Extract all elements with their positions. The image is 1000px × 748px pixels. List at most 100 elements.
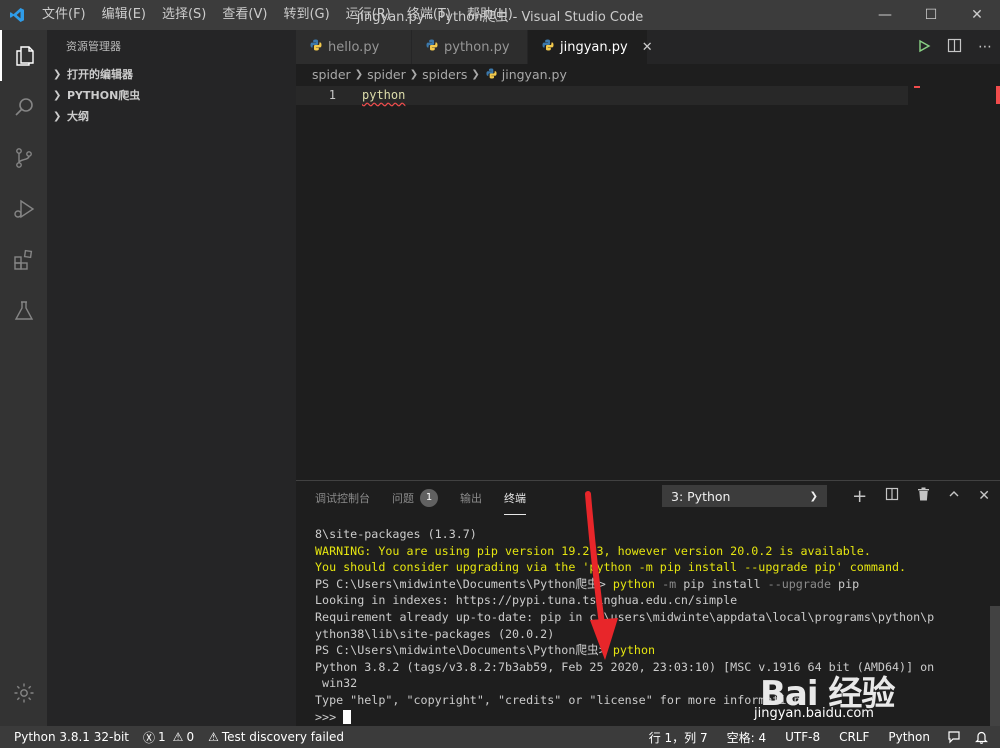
terminal-text: python bbox=[612, 576, 656, 591]
terminal-text: PS C:\Users\midwinte\Documents\Python爬虫> bbox=[315, 643, 613, 658]
status-bar: Python 3.8.1 32-bit Ⓧ 1 ⚠ 0 ⚠ Test discover… bbox=[0, 726, 1000, 748]
gear-icon[interactable] bbox=[0, 667, 47, 718]
extensions-icon[interactable] bbox=[0, 234, 47, 285]
menu-item[interactable]: 帮助(H) bbox=[459, 0, 521, 30]
test-status-label: Test discovery failed bbox=[221, 730, 345, 744]
warning-icon: ⚠ bbox=[208, 730, 219, 744]
eol-label: CRLF bbox=[839, 730, 870, 744]
tab-problems[interactable]: 问题 1 bbox=[392, 481, 438, 515]
python-interpreter[interactable]: Python 3.8.1 32-bit bbox=[0, 726, 136, 748]
terminal-select-value: 3: Python bbox=[671, 489, 731, 504]
tab-close-icon[interactable]: ✕ bbox=[642, 40, 653, 55]
python-file-icon bbox=[542, 39, 554, 55]
sidebar-section-open-editors[interactable]: ❯ 打开的编辑器 bbox=[47, 64, 296, 85]
code-text[interactable]: python bbox=[362, 86, 405, 105]
chevron-right-icon: ❯ bbox=[354, 69, 364, 80]
minimize-icon[interactable]: — bbox=[862, 0, 908, 30]
menu-item[interactable]: 选择(S) bbox=[154, 0, 214, 30]
line-ending[interactable]: CRLF bbox=[832, 726, 881, 748]
menu-item[interactable]: 文件(F) bbox=[34, 0, 94, 30]
sidebar-section-outline[interactable]: ❯ 大纲 bbox=[47, 106, 296, 127]
terminal-line: WARNING: You are using pip version 19.2.… bbox=[315, 543, 915, 560]
terminal-line: 8\site-packages (1.3.7) bbox=[315, 526, 915, 543]
terminal-text: Type "help", "copyright", "credits" or "… bbox=[315, 692, 808, 707]
terminal-line: ython38\lib\site-packages (20.0.2) bbox=[315, 626, 915, 643]
sidebar-section-label: 打开的编辑器 bbox=[67, 68, 133, 81]
tab-label: 问题 bbox=[392, 492, 414, 505]
explorer-sidebar: 资源管理器 ❯ 打开的编辑器 ❯ PYTHON爬虫 ❯ 大纲 bbox=[47, 30, 296, 726]
tab-label: 输出 bbox=[460, 492, 482, 505]
activity-bar bbox=[0, 30, 47, 726]
bottom-panel: 调试控制台 问题 1 输出 终端 3: Python ❯ + ✕ 8\site-pa… bbox=[296, 480, 1000, 726]
terminal-text: win32 bbox=[315, 676, 358, 691]
tab-hello-py[interactable]: hello.py bbox=[296, 30, 412, 64]
tab-terminal[interactable]: 终端 bbox=[504, 481, 526, 515]
tab-label: 调试控制台 bbox=[315, 492, 370, 505]
terminal-select[interactable]: 3: Python ❯ bbox=[662, 485, 827, 507]
indentation[interactable]: 空格: 4 bbox=[720, 726, 779, 748]
terminal-line: PS C:\Users\midwinte\Documents\Python爬虫>… bbox=[315, 576, 915, 593]
breadcrumb-item[interactable]: spider bbox=[367, 64, 406, 86]
breadcrumb-item[interactable]: jingyan.py bbox=[502, 64, 567, 86]
python-file-icon bbox=[486, 64, 497, 86]
breadcrumb-item[interactable]: spider bbox=[312, 64, 351, 86]
tab-label: python.py bbox=[444, 39, 510, 55]
search-icon[interactable] bbox=[0, 81, 47, 132]
menu-item[interactable]: 运行(R) bbox=[338, 0, 399, 30]
chevron-right-icon: ❯ bbox=[53, 69, 62, 80]
terminal-cursor bbox=[343, 710, 352, 725]
encoding-label: UTF-8 bbox=[785, 730, 821, 744]
run-debug-icon[interactable] bbox=[0, 183, 47, 234]
terminal-line: Looking in indexes: https://pypi.tuna.ts… bbox=[315, 592, 915, 609]
menu-item[interactable]: 查看(V) bbox=[214, 0, 275, 30]
menu-item[interactable]: 终端(T) bbox=[399, 0, 459, 30]
close-panel-icon[interactable]: ✕ bbox=[978, 488, 990, 504]
tab-jingyan-py[interactable]: jingyan.py ✕ bbox=[528, 30, 653, 64]
maximize-icon[interactable]: ☐ bbox=[908, 0, 954, 30]
breadcrumb-item[interactable]: spiders bbox=[422, 64, 467, 86]
explorer-icon[interactable] bbox=[0, 30, 47, 81]
terminal-text: WARNING: You are using pip version 19.2.… bbox=[315, 543, 871, 558]
source-control-icon[interactable] bbox=[0, 132, 47, 183]
terminal-scrollbar[interactable] bbox=[990, 606, 1000, 726]
terminal-text: Requirement already up-to-date: pip in c… bbox=[315, 609, 935, 624]
problems-summary[interactable]: Ⓧ 1 ⚠ 0 bbox=[136, 726, 201, 748]
error-marker bbox=[914, 86, 920, 88]
sidebar-section-project[interactable]: ❯ PYTHON爬虫 bbox=[47, 85, 296, 106]
maximize-panel-icon[interactable] bbox=[948, 488, 960, 504]
tab-python-py[interactable]: python.py bbox=[412, 30, 528, 64]
terminal-text: pip install bbox=[683, 576, 768, 591]
feedback-icon[interactable] bbox=[940, 726, 968, 748]
bell-icon[interactable] bbox=[968, 726, 1000, 748]
menu-item[interactable]: 编辑(E) bbox=[94, 0, 154, 30]
tab-output[interactable]: 输出 bbox=[460, 481, 482, 515]
more-actions-icon[interactable]: ⋯ bbox=[978, 39, 992, 55]
close-icon[interactable]: ✕ bbox=[954, 0, 1000, 30]
tab-label: jingyan.py bbox=[560, 39, 628, 55]
tab-debug-console[interactable]: 调试控制台 bbox=[315, 481, 370, 515]
indentation-label: 空格: 4 bbox=[726, 730, 767, 745]
testing-icon[interactable] bbox=[0, 285, 47, 336]
cursor-position[interactable]: 行 1，列 7 bbox=[642, 726, 720, 748]
terminal-text: PS C:\Users\midwinte\Documents\Python爬虫> bbox=[315, 576, 613, 591]
language-mode[interactable]: Python bbox=[881, 726, 940, 748]
chevron-right-icon: ❯ bbox=[409, 69, 419, 80]
warning-count: 0 bbox=[186, 730, 195, 744]
terminal-text: ython38\lib\site-packages (20.0.2) bbox=[315, 626, 555, 641]
python-file-icon bbox=[310, 39, 322, 55]
split-editor-icon[interactable] bbox=[947, 38, 962, 57]
editor-tabs: hello.py python.py jingyan.py ✕ ⋯ bbox=[296, 30, 1000, 64]
terminal-text: --upgrade bbox=[767, 576, 839, 591]
menu-item[interactable]: 转到(G) bbox=[275, 0, 337, 30]
encoding[interactable]: UTF-8 bbox=[778, 726, 832, 748]
terminal-text: 8\site-packages (1.3.7) bbox=[315, 527, 477, 541]
new-terminal-icon[interactable]: + bbox=[852, 486, 867, 507]
terminal-text: -m bbox=[655, 576, 684, 591]
error-icon: Ⓧ bbox=[143, 730, 156, 745]
test-status[interactable]: ⚠ Test discovery failed bbox=[201, 726, 351, 748]
breadcrumb: spider ❯ spider ❯ spiders ❯ jingyan.py bbox=[296, 64, 1000, 86]
run-file-icon[interactable] bbox=[917, 38, 931, 57]
python-file-icon bbox=[426, 39, 438, 55]
split-terminal-icon[interactable] bbox=[885, 487, 899, 505]
trash-icon[interactable] bbox=[917, 487, 930, 505]
